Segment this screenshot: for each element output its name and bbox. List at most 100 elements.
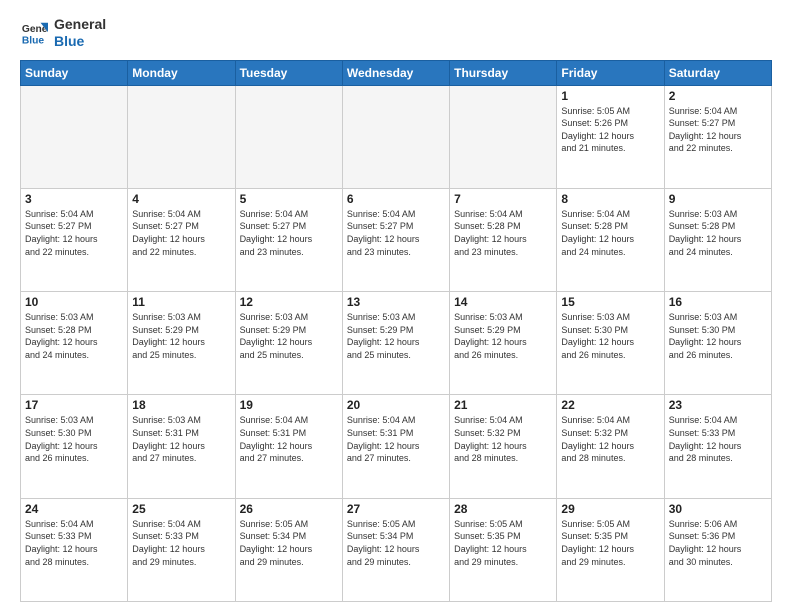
table-row: 17 Sunrise: 5:03 AM Sunset: 5:30 PM Dayli… [21, 395, 128, 498]
table-row: 16 Sunrise: 5:03 AM Sunset: 5:30 PM Dayli… [664, 292, 771, 395]
header-friday: Friday [557, 60, 664, 85]
day-number: 18 [132, 398, 230, 412]
table-row: 20 Sunrise: 5:04 AM Sunset: 5:31 PM Dayli… [342, 395, 449, 498]
day-info: Sunrise: 5:03 AM Sunset: 5:29 PM Dayligh… [454, 311, 552, 361]
calendar-week-row: 3 Sunrise: 5:04 AM Sunset: 5:27 PM Daylig… [21, 188, 772, 291]
day-number: 7 [454, 192, 552, 206]
table-row: 29 Sunrise: 5:05 AM Sunset: 5:35 PM Dayli… [557, 498, 664, 601]
table-row: 26Sunrise: 5:05 AM Sunset: 5:34 PM Dayli… [235, 498, 342, 601]
day-info: Sunrise: 5:05 AM Sunset: 5:35 PM Dayligh… [454, 518, 552, 568]
day-info: Sunrise: 5:03 AM Sunset: 5:30 PM Dayligh… [25, 414, 123, 464]
day-info: Sunrise: 5:04 AM Sunset: 5:27 PM Dayligh… [347, 208, 445, 258]
table-row: 2 Sunrise: 5:04 AM Sunset: 5:27 PM Daylig… [664, 85, 771, 188]
header-tuesday: Tuesday [235, 60, 342, 85]
day-number: 17 [25, 398, 123, 412]
header-saturday: Saturday [664, 60, 771, 85]
table-row: 27 Sunrise: 5:05 AM Sunset: 5:34 PM Dayli… [342, 498, 449, 601]
day-number: 26 [240, 502, 338, 516]
table-row: 13 Sunrise: 5:03 AM Sunset: 5:29 PM Dayli… [342, 292, 449, 395]
header: General Blue General Blue [20, 16, 772, 50]
header-sunday: Sunday [21, 60, 128, 85]
day-number: 12 [240, 295, 338, 309]
day-info: Sunrise: 5:04 AM Sunset: 5:32 PM Dayligh… [561, 414, 659, 464]
day-info: Sunrise: 5:04 AM Sunset: 5:27 PM Dayligh… [132, 208, 230, 258]
day-number: 21 [454, 398, 552, 412]
table-row: 24 Sunrise: 5:04 AM Sunset: 5:33 PM Dayli… [21, 498, 128, 601]
day-info: Sunrise: 5:04 AM Sunset: 5:27 PM Dayligh… [25, 208, 123, 258]
logo-blue: Blue [54, 33, 106, 50]
table-row: 30 Sunrise: 5:06 AM Sunset: 5:36 PM Dayli… [664, 498, 771, 601]
day-number: 24 [25, 502, 123, 516]
day-info: Sunrise: 5:05 AM Sunset: 5:34 PM Dayligh… [347, 518, 445, 568]
day-info: Sunrise: 5:04 AM Sunset: 5:31 PM Dayligh… [347, 414, 445, 464]
day-number: 15 [561, 295, 659, 309]
table-row: 18Sunrise: 5:03 AM Sunset: 5:31 PM Dayli… [128, 395, 235, 498]
day-info: Sunrise: 5:03 AM Sunset: 5:29 PM Dayligh… [132, 311, 230, 361]
day-number: 27 [347, 502, 445, 516]
calendar-week-row: 1 Sunrise: 5:05 AM Sunset: 5:26 PM Daylig… [21, 85, 772, 188]
header-monday: Monday [128, 60, 235, 85]
table-row: 15 Sunrise: 5:03 AM Sunset: 5:30 PM Dayli… [557, 292, 664, 395]
table-row: 10 Sunrise: 5:03 AM Sunset: 5:28 PM Dayli… [21, 292, 128, 395]
day-info: Sunrise: 5:03 AM Sunset: 5:30 PM Dayligh… [669, 311, 767, 361]
day-info: Sunrise: 5:04 AM Sunset: 5:27 PM Dayligh… [669, 105, 767, 155]
day-info: Sunrise: 5:06 AM Sunset: 5:36 PM Dayligh… [669, 518, 767, 568]
day-info: Sunrise: 5:04 AM Sunset: 5:32 PM Dayligh… [454, 414, 552, 464]
day-info: Sunrise: 5:05 AM Sunset: 5:35 PM Dayligh… [561, 518, 659, 568]
page: General Blue General Blue Sunday Monday … [0, 0, 792, 612]
day-info: Sunrise: 5:04 AM Sunset: 5:28 PM Dayligh… [561, 208, 659, 258]
table-row: 21 Sunrise: 5:04 AM Sunset: 5:32 PM Dayli… [450, 395, 557, 498]
table-row: 1 Sunrise: 5:05 AM Sunset: 5:26 PM Daylig… [557, 85, 664, 188]
day-number: 10 [25, 295, 123, 309]
day-number: 5 [240, 192, 338, 206]
calendar-table: Sunday Monday Tuesday Wednesday Thursday… [20, 60, 772, 602]
svg-text:Blue: Blue [22, 35, 45, 46]
day-info: Sunrise: 5:03 AM Sunset: 5:28 PM Dayligh… [25, 311, 123, 361]
calendar-week-row: 24 Sunrise: 5:04 AM Sunset: 5:33 PM Dayli… [21, 498, 772, 601]
logo-icon: General Blue [20, 19, 48, 47]
day-number: 4 [132, 192, 230, 206]
table-row [21, 85, 128, 188]
day-number: 20 [347, 398, 445, 412]
table-row: 3 Sunrise: 5:04 AM Sunset: 5:27 PM Daylig… [21, 188, 128, 291]
day-number: 1 [561, 89, 659, 103]
table-row: 7 Sunrise: 5:04 AM Sunset: 5:28 PM Daylig… [450, 188, 557, 291]
day-info: Sunrise: 5:04 AM Sunset: 5:33 PM Dayligh… [669, 414, 767, 464]
day-number: 16 [669, 295, 767, 309]
table-row [128, 85, 235, 188]
day-number: 19 [240, 398, 338, 412]
day-info: Sunrise: 5:04 AM Sunset: 5:31 PM Dayligh… [240, 414, 338, 464]
day-number: 3 [25, 192, 123, 206]
day-info: Sunrise: 5:05 AM Sunset: 5:26 PM Dayligh… [561, 105, 659, 155]
header-thursday: Thursday [450, 60, 557, 85]
day-number: 29 [561, 502, 659, 516]
day-info: Sunrise: 5:04 AM Sunset: 5:28 PM Dayligh… [454, 208, 552, 258]
logo: General Blue General Blue [20, 16, 106, 50]
calendar-week-row: 17 Sunrise: 5:03 AM Sunset: 5:30 PM Dayli… [21, 395, 772, 498]
table-row [235, 85, 342, 188]
day-number: 30 [669, 502, 767, 516]
day-number: 23 [669, 398, 767, 412]
day-info: Sunrise: 5:03 AM Sunset: 5:30 PM Dayligh… [561, 311, 659, 361]
calendar-week-row: 10 Sunrise: 5:03 AM Sunset: 5:28 PM Dayli… [21, 292, 772, 395]
day-number: 2 [669, 89, 767, 103]
day-number: 14 [454, 295, 552, 309]
table-row: 14 Sunrise: 5:03 AM Sunset: 5:29 PM Dayli… [450, 292, 557, 395]
day-number: 28 [454, 502, 552, 516]
day-info: Sunrise: 5:04 AM Sunset: 5:33 PM Dayligh… [132, 518, 230, 568]
day-info: Sunrise: 5:03 AM Sunset: 5:29 PM Dayligh… [240, 311, 338, 361]
table-row: 11 Sunrise: 5:03 AM Sunset: 5:29 PM Dayli… [128, 292, 235, 395]
table-row: 8Sunrise: 5:04 AM Sunset: 5:28 PM Daylig… [557, 188, 664, 291]
day-info: Sunrise: 5:04 AM Sunset: 5:33 PM Dayligh… [25, 518, 123, 568]
day-number: 11 [132, 295, 230, 309]
day-info: Sunrise: 5:03 AM Sunset: 5:29 PM Dayligh… [347, 311, 445, 361]
day-info: Sunrise: 5:04 AM Sunset: 5:27 PM Dayligh… [240, 208, 338, 258]
table-row: 28 Sunrise: 5:05 AM Sunset: 5:35 PM Dayli… [450, 498, 557, 601]
table-row: 12 Sunrise: 5:03 AM Sunset: 5:29 PM Dayli… [235, 292, 342, 395]
day-info: Sunrise: 5:03 AM Sunset: 5:28 PM Dayligh… [669, 208, 767, 258]
table-row [342, 85, 449, 188]
table-row: 4 Sunrise: 5:04 AM Sunset: 5:27 PM Daylig… [128, 188, 235, 291]
table-row: 22Sunrise: 5:04 AM Sunset: 5:32 PM Dayli… [557, 395, 664, 498]
day-number: 13 [347, 295, 445, 309]
logo-general: General [54, 16, 106, 33]
